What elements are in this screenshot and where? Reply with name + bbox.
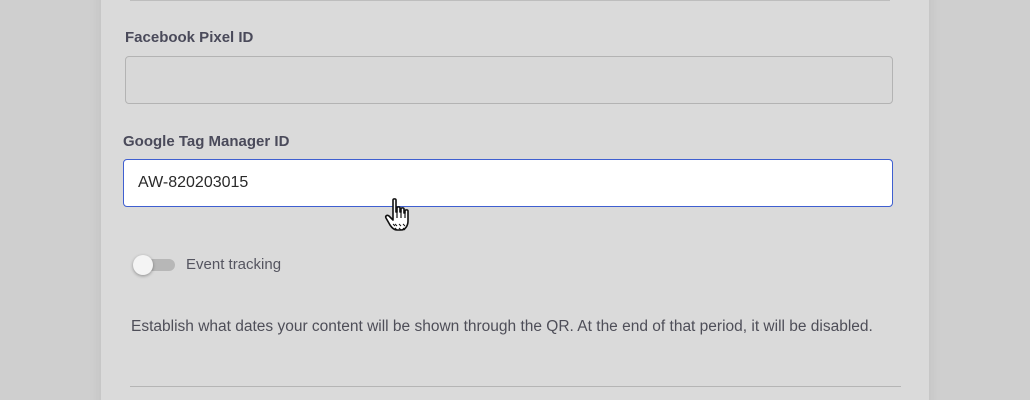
screen: Facebook Pixel ID Google Tag Manager ID … [0,0,1030,400]
facebook-pixel-label: Facebook Pixel ID [125,29,254,46]
google-tag-manager-label: Google Tag Manager ID [123,133,290,150]
bottom-divider [130,386,901,387]
facebook-pixel-input[interactable] [125,56,893,104]
event-tracking-label: Event tracking [186,256,282,273]
google-tag-manager-input[interactable] [123,159,893,207]
top-divider [130,0,890,1]
toggle-knob [133,255,153,275]
date-range-description: Establish what dates your content will b… [131,318,873,335]
event-tracking-toggle[interactable] [133,255,175,275]
